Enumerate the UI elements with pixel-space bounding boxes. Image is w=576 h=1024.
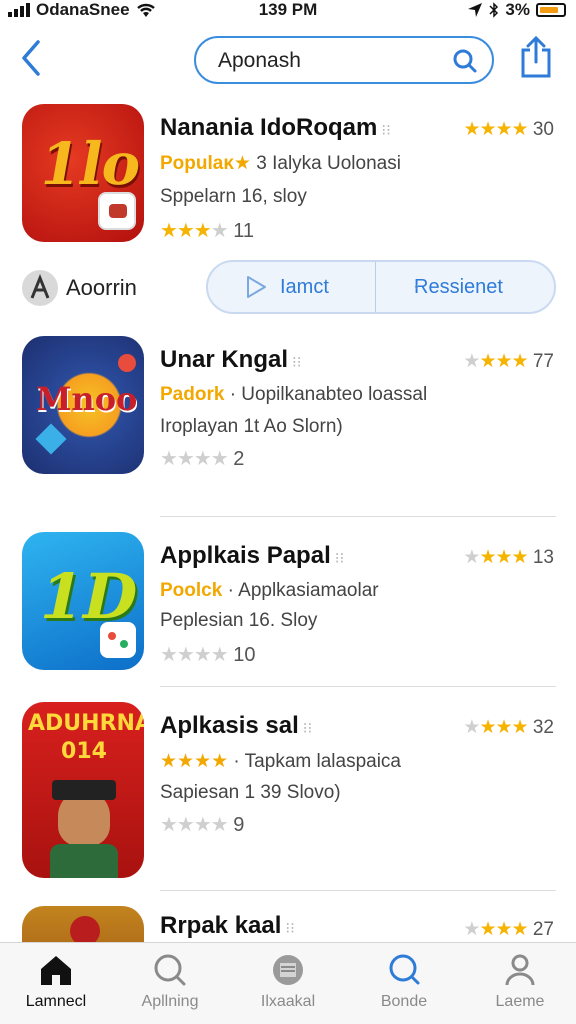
rating-row: ★★★★ 9 — [160, 814, 245, 836]
rating-value: 32 — [532, 717, 554, 738]
app-icon-text: 1lo — [34, 130, 144, 198]
app-icon: 1D — [22, 532, 144, 670]
rating-row: ★★★★ 2 — [160, 448, 245, 470]
app-row[interactable]: 1lo Nanania IdoRoqam ⁝⁝ ★★★★ 30 Populaᴋ★ … — [0, 104, 576, 254]
app-icon — [22, 906, 144, 942]
share-icon — [521, 35, 551, 78]
status-bar: OdanaSnee 139 PM 3% — [0, 0, 576, 22]
tab-library[interactable]: Ilxaakal — [238, 953, 338, 1023]
app-badge-icon — [100, 622, 136, 658]
search-input[interactable] — [218, 48, 438, 74]
tab-label: Apllning — [141, 993, 199, 1010]
rating-summary: ★★★★ 13 — [463, 547, 554, 568]
app-icon: ADUHRNAN 014 — [22, 702, 144, 878]
app-row[interactable]: ADUHRNAN 014 Aplkasis sal⁝⁝ ★★★★ 32 ★★★★… — [0, 702, 576, 882]
dot-icon: ◦ — [414, 278, 419, 294]
category-label: Poolck — [160, 580, 223, 601]
tab-bar: Lamnecl Apllning Ilxaakal Bonde Laeme — [0, 942, 576, 1024]
author-label[interactable]: Aoorrin — [66, 275, 137, 301]
rating-row: ★★★★ 10 — [160, 644, 256, 666]
app-badge-icon — [98, 192, 136, 230]
rating-value: 13 — [532, 547, 554, 568]
app-detail: Iroplayan 1t Ao Slorn) — [160, 416, 343, 437]
install-button[interactable]: Iamct — [208, 262, 376, 312]
category-label: Populaᴋ★ — [160, 153, 251, 174]
play-icon — [247, 276, 266, 298]
category-label: ★★★★ — [160, 751, 229, 772]
search-icon[interactable] — [452, 48, 478, 74]
tab-label: Bonde — [380, 993, 428, 1010]
more-icon: ⁝⁝ — [302, 720, 313, 737]
share-button[interactable] — [518, 35, 554, 78]
person-icon — [505, 954, 535, 986]
back-button[interactable] — [18, 38, 44, 78]
search-field[interactable] — [194, 36, 494, 84]
action-row: Aoorrin Iamct Ressienet ◦ — [0, 258, 576, 320]
tab-label: Laeme — [495, 993, 545, 1010]
divider — [160, 686, 556, 687]
rating-value: 27 — [532, 919, 554, 940]
rating-count: 2 — [233, 448, 245, 470]
more-icon: ⁝⁝ — [381, 122, 391, 139]
tab-profile[interactable]: Laeme — [470, 953, 570, 1023]
rating-value: 30 — [532, 119, 554, 140]
app-detail: Sapiesan 1 39 Slovo) — [160, 782, 341, 803]
battery-icon — [536, 3, 566, 17]
app-row[interactable]: 1D Applkais Papal ⁝⁝ ★★★★ 13 Poolck · App… — [0, 532, 576, 672]
app-row[interactable]: Rrpak kaal ⁝⁝ ★★★★ 27 — [0, 906, 576, 942]
divider — [160, 890, 556, 891]
app-icon-text: Mnoo — [36, 380, 138, 418]
app-detail: Sppelarn 16, sloy — [160, 186, 307, 207]
app-icon-text: ADUHRNAN 014 — [28, 711, 144, 764]
action-segmented-control: Iamct Ressienet ◦ — [206, 260, 556, 314]
tab-label: Lamnecl — [25, 993, 87, 1010]
rating-summary: ★★★★ 30 — [463, 119, 554, 140]
home-icon — [41, 956, 71, 985]
more-icon: ⁝⁝ — [334, 550, 345, 567]
rating-value: 77 — [532, 351, 554, 372]
battery-percent: 3% — [505, 0, 530, 19]
tab-home[interactable]: Lamnecl — [6, 953, 106, 1023]
app-icon: Mnoo — [22, 336, 144, 474]
app-title: Nanania IdoRoqam — [160, 114, 378, 141]
more-icon: ⁝⁝ — [292, 354, 302, 371]
install-label: Iamct — [280, 276, 329, 298]
rating-row: ★★★★ 11 — [160, 220, 255, 242]
tab-search[interactable]: Bonde — [354, 953, 454, 1023]
rating-summary: ★★★★ 77 — [463, 351, 554, 372]
rating-count: 10 — [233, 644, 256, 666]
subtitle: · Applkasiamaolar — [227, 580, 379, 601]
subtitle: 3 Ialyka Uolonasi — [256, 153, 401, 174]
search-icon — [389, 954, 420, 985]
location-icon — [468, 3, 483, 17]
app-icon: 1lo — [22, 104, 144, 242]
rating-count: 11 — [233, 220, 255, 242]
app-title: Unar Kngal — [160, 346, 289, 373]
app-title: Aplkasis sal — [160, 712, 299, 739]
rating-count: 9 — [233, 814, 245, 836]
library-icon — [273, 955, 303, 985]
subtitle: · Uopilkanabteo loassal — [229, 384, 428, 405]
rating-summary: ★★★★ 27 — [463, 919, 554, 940]
category-label: Padork — [160, 384, 225, 405]
rating-summary: ★★★★ 32 — [463, 717, 554, 738]
search-icon — [154, 954, 186, 986]
chevron-left-icon — [22, 40, 40, 76]
divider — [160, 516, 556, 517]
app-title: Rrpak kaal — [160, 912, 282, 939]
app-title: Applkais Papal — [160, 542, 331, 569]
tab-label: Ilxaakal — [260, 993, 316, 1010]
subtitle: · Tapkam lalaspaica — [233, 751, 401, 772]
more-icon: ⁝⁝ — [285, 920, 295, 937]
author-icon — [30, 273, 50, 299]
bluetooth-icon — [489, 2, 499, 18]
app-row[interactable]: Mnoo Unar Kngal ⁝⁝ ★★★★ 77 Padork · Uopil… — [0, 336, 576, 486]
avatar[interactable] — [22, 270, 58, 306]
app-detail: Peplesian 16. Sloy — [160, 610, 318, 631]
tab-apps[interactable]: Apllning — [120, 953, 220, 1023]
secondary-button[interactable]: Ressienet ◦ — [378, 262, 554, 312]
